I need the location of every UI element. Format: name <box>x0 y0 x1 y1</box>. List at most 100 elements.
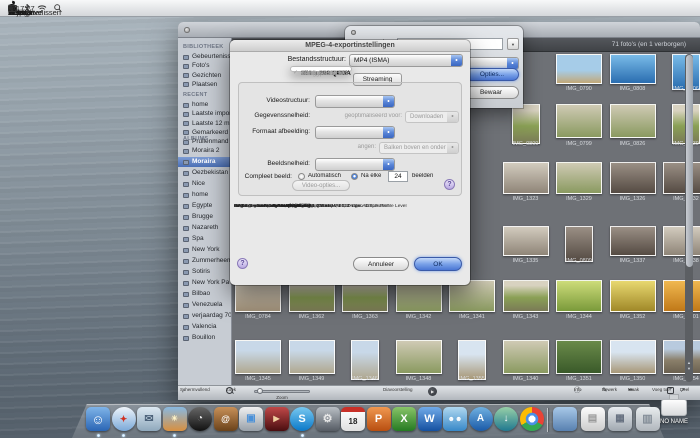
cancel-button[interactable]: Annuleer <box>353 257 409 271</box>
album-icon <box>183 130 189 135</box>
photo-thumb-img-1329[interactable] <box>556 162 602 194</box>
options-button[interactable]: Opties... <box>465 68 519 81</box>
photo-thumb-img-1343[interactable] <box>503 280 549 312</box>
photo-thumb-img-1326[interactable] <box>610 162 656 194</box>
sidebar-item-nice[interactable]: Nice <box>178 179 232 189</box>
sidebar-item-sotiris[interactable]: Sotiris <box>178 267 232 277</box>
sidebar-item-new-york-pa-e[interactable]: New York Pa e... <box>178 278 232 288</box>
photo-thumb-img-0799[interactable] <box>556 104 602 138</box>
scrollbar-arrows[interactable]: ▲▼ <box>685 360 693 372</box>
help-button[interactable]: ? <box>237 258 248 269</box>
keyframes-label: Compleet beeld: <box>230 173 292 180</box>
photo-thumb-img-1323[interactable] <box>503 162 549 194</box>
dock-files-stack-icon[interactable]: ▦ <box>608 407 632 431</box>
album-icon <box>183 64 189 69</box>
frame-rate-popup[interactable]: ▲▼ <box>315 158 395 171</box>
dock-app-store-icon[interactable]: A <box>469 407 493 431</box>
photo-thumb-img-0808[interactable] <box>610 54 656 84</box>
photo-thumb-img-1355[interactable] <box>458 340 486 380</box>
photo-label: IMG_1341 <box>446 314 498 320</box>
album-icon <box>183 336 189 341</box>
help-button-group[interactable]: ? <box>444 179 455 190</box>
photo-thumb-img-1332[interactable] <box>663 162 700 194</box>
vertical-scrollbar[interactable]: ▲▼ <box>685 54 693 382</box>
photo-thumb-img-1337[interactable] <box>610 226 656 256</box>
dock-powerpoint-icon[interactable]: P <box>367 407 391 431</box>
dock-applications-folder-icon[interactable] <box>553 407 577 431</box>
keyframes-field[interactable]: 24 <box>388 171 408 182</box>
dock-skype-icon[interactable]: S <box>290 407 314 431</box>
dock-downloads-icon[interactable]: ↓ <box>494 407 518 431</box>
image-size-popup[interactable]: ▲▼ <box>315 126 395 139</box>
sidebar-item-oezbekistan[interactable]: Oezbekistan <box>178 168 232 178</box>
photo-thumb-img-0809[interactable] <box>565 226 593 262</box>
wifi-icon[interactable] <box>37 4 47 12</box>
photo-thumb-img-1335[interactable] <box>503 226 549 256</box>
photo-thumb-img-1340[interactable] <box>503 340 549 374</box>
photo-thumb-img-0800[interactable] <box>512 104 540 144</box>
zoom-slider-knob[interactable] <box>257 388 263 394</box>
photo-label: IMG_1352 <box>607 314 659 320</box>
photo-thumb-img-1354[interactable] <box>663 340 700 374</box>
album-icon <box>183 73 189 78</box>
ok-button[interactable]: OK <box>414 257 462 271</box>
dock-front-row-icon[interactable]: ▶ <box>265 407 289 431</box>
photo-thumb-img-1349[interactable] <box>289 340 335 374</box>
photo-label: IMG_1335 <box>500 258 552 264</box>
sidebar-item-bilbao[interactable]: Bilbao <box>178 289 232 299</box>
photo-label: IMG_0799 <box>553 141 605 147</box>
sidebar-item-valencia[interactable]: Valencia <box>178 322 232 332</box>
video-format-popup[interactable]: ▲▼ <box>315 95 395 108</box>
sidebar-item-plaatsen[interactable]: Plaatsen <box>178 80 232 90</box>
dock-chrome-icon[interactable] <box>520 407 544 431</box>
dock-messenger-icon[interactable]: ☻☻ <box>443 407 467 431</box>
photo-thumb-img-1346[interactable] <box>351 340 379 380</box>
dock-safari-icon[interactable]: ✦ <box>112 407 136 431</box>
sidebar-item-new-york[interactable]: New York <box>178 245 232 255</box>
photo-thumb-img-0826[interactable] <box>610 104 656 138</box>
spotlight-icon[interactable] <box>54 4 62 13</box>
radio-every[interactable] <box>351 173 358 180</box>
photo-thumb-img-0790[interactable] <box>556 54 602 84</box>
sidebar-item-egypte[interactable]: Egypte <box>178 201 232 211</box>
dock-word-icon[interactable]: W <box>418 407 442 431</box>
dock-photo-booth-icon[interactable]: ▣ <box>239 407 263 431</box>
save-button[interactable]: Bewaar <box>463 86 519 99</box>
photo-thumb-img-1344[interactable] <box>556 280 602 312</box>
dock-dashboard-icon[interactable]: ◔ <box>188 407 212 431</box>
sidebar-item-zummerheem[interactable]: Zummerheem <box>178 256 232 266</box>
dock-system-preferences-icon[interactable]: ⚙ <box>316 407 340 431</box>
photo-thumb-img-1345[interactable] <box>235 340 281 374</box>
sidebar-item-moraira[interactable]: Moraira <box>178 157 232 167</box>
disclosure-button[interactable]: ▼ <box>507 38 519 50</box>
sidebar-item-verjaardag-70[interactable]: verjaardag 70 <box>178 311 232 321</box>
dock-mail-icon[interactable]: ✉ <box>137 407 161 431</box>
scrollbar-thumb[interactable] <box>686 55 693 267</box>
photo-thumb-img-1348[interactable] <box>396 340 442 374</box>
dock-documents-stack-icon[interactable]: ▤ <box>581 407 605 431</box>
album-icon <box>183 259 189 264</box>
sidebar-section-albums: ALBUMS <box>183 136 231 142</box>
dock-iphoto-icon[interactable]: ☀ <box>163 407 187 431</box>
dock-trash-icon[interactable]: ▥ <box>636 407 660 431</box>
sidebar-item-nazareth[interactable]: Nazareth <box>178 223 232 233</box>
dock-address-book-icon[interactable]: @ <box>214 407 238 431</box>
photo-thumb-img-1351[interactable] <box>556 340 602 374</box>
photo-thumb-img-1350[interactable] <box>610 340 656 374</box>
dock-excel-icon[interactable]: X <box>392 407 416 431</box>
file-format-popup[interactable]: MP4 (ISMA)▲▼ <box>349 54 463 67</box>
sidebar-item-brugge[interactable]: Brugge <box>178 212 232 222</box>
photo-thumb-img-1338[interactable] <box>663 226 700 256</box>
radio-automatic[interactable] <box>298 173 305 180</box>
sidebar-item-home[interactable]: home <box>178 190 232 200</box>
sidebar-item-spa[interactable]: Spa <box>178 234 232 244</box>
dock-finder-icon[interactable]: ☺ <box>86 407 110 431</box>
sidebar-item-moraira-2[interactable]: Moraira 2 <box>178 146 232 156</box>
dock-ical-icon[interactable]: 18 <box>341 407 365 431</box>
sidebar-item-venezuela[interactable]: Venezuela <box>178 300 232 310</box>
radio-every-label: Na elke <box>361 173 387 179</box>
sidebar-item-bouillon[interactable]: Bouillon <box>178 333 232 343</box>
photo-thumb-img-1401[interactable] <box>663 280 700 312</box>
photo-thumb-img-1352[interactable] <box>610 280 656 312</box>
clock[interactable]: di 17:27 <box>8 4 35 13</box>
